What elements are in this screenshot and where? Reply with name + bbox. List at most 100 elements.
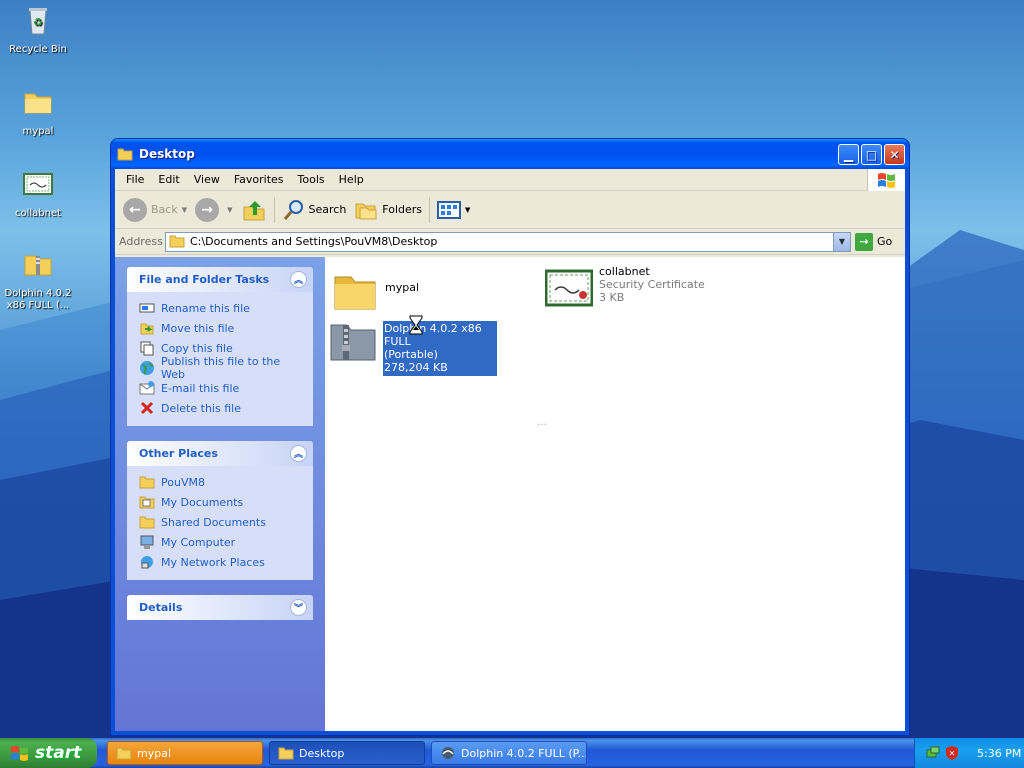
expand-icon[interactable]: ︾ bbox=[290, 599, 307, 616]
menu-tools[interactable]: Tools bbox=[291, 173, 332, 186]
close-button[interactable]: ✕ bbox=[884, 144, 905, 165]
task-label: Delete this file bbox=[161, 401, 241, 415]
back-button[interactable]: ← Back ▼ bbox=[119, 195, 191, 225]
window-client: File Edit View Favorites Tools Help ← Ba… bbox=[115, 169, 905, 731]
svg-text:✕: ✕ bbox=[949, 749, 956, 758]
taskbar-button-dolphin[interactable]: Dolphin 4.0.2 FULL (P... bbox=[431, 741, 587, 765]
task-label: Dolphin 4.0.2 FULL (P... bbox=[461, 746, 587, 760]
security-shield-icon[interactable]: ✕ bbox=[944, 745, 960, 761]
file-name: mypal bbox=[385, 281, 420, 294]
desktop-icon-recycle-bin[interactable]: ♻ Recycle Bin bbox=[0, 4, 76, 56]
menu-file[interactable]: File bbox=[119, 173, 151, 186]
search-label: Search bbox=[308, 203, 347, 216]
menu-edit[interactable]: Edit bbox=[151, 173, 186, 186]
collapse-icon[interactable]: ︽ bbox=[290, 445, 307, 462]
task-label: Rename this file bbox=[161, 301, 250, 315]
minimize-button[interactable]: ▁ bbox=[838, 144, 859, 165]
zip-folder-icon bbox=[330, 324, 376, 361]
desktop-icon-label: Recycle Bin bbox=[9, 44, 67, 55]
place-pouvm8[interactable]: PouVM8 bbox=[139, 472, 303, 492]
svg-text:♻: ♻ bbox=[33, 16, 43, 29]
details-header[interactable]: Details ︾ bbox=[127, 595, 313, 620]
hourglass-cursor-icon bbox=[409, 315, 423, 335]
taskbar: start mypal Desktop Dolphin 4.0.2 FULL (… bbox=[0, 738, 1024, 768]
certificate-icon bbox=[545, 269, 593, 307]
place-shared-documents[interactable]: Shared Documents bbox=[139, 512, 303, 532]
certificate-icon bbox=[23, 173, 53, 195]
toolbar: ← Back ▼ → ▼ Search Folders ▼ bbox=[115, 191, 905, 229]
collapse-icon[interactable]: ︽ bbox=[290, 271, 307, 288]
desktop-icon-label: collabnet bbox=[14, 208, 62, 219]
place-my-computer[interactable]: My Computer bbox=[139, 532, 303, 552]
taskbar-button-mypal[interactable]: mypal bbox=[107, 741, 263, 765]
folders-icon bbox=[355, 203, 377, 219]
folders-label: Folders bbox=[382, 203, 423, 216]
address-value: C:\Documents and Settings\PouVM8\Desktop bbox=[190, 235, 438, 248]
file-folder-tasks-header[interactable]: File and Folder Tasks ︽ bbox=[127, 267, 313, 292]
file-folder-tasks-panel: File and Folder Tasks ︽ Rename this file… bbox=[127, 267, 313, 426]
search-button[interactable]: Search bbox=[278, 195, 351, 225]
rename-icon bbox=[139, 303, 155, 313]
toolbar-separator bbox=[273, 196, 275, 223]
computer-icon bbox=[140, 535, 154, 549]
folders-button[interactable]: Folders bbox=[350, 195, 426, 225]
address-dropdown-button[interactable]: ▼ bbox=[833, 232, 850, 251]
file-list[interactable]: mypal collabnet Security Certificate 3 K… bbox=[325, 257, 905, 731]
panel-title: File and Folder Tasks bbox=[139, 273, 270, 286]
place-my-documents[interactable]: My Documents bbox=[139, 492, 303, 512]
start-button[interactable]: start bbox=[0, 738, 97, 768]
go-arrow-icon: → bbox=[855, 232, 873, 251]
chevron-down-icon: ▼ bbox=[838, 237, 846, 246]
file-item-mypal[interactable]: mypal bbox=[331, 267, 419, 315]
place-my-network-places[interactable]: My Network Places bbox=[139, 552, 303, 572]
address-label: Address bbox=[119, 235, 163, 248]
copy-icon bbox=[140, 341, 154, 356]
network-tray-icon[interactable] bbox=[925, 745, 941, 761]
task-delete[interactable]: Delete this file bbox=[139, 398, 303, 418]
folder-icon bbox=[169, 235, 185, 248]
chevron-down-icon: ▼ bbox=[227, 205, 233, 214]
task-label: mypal bbox=[137, 746, 172, 760]
windows-flag-icon bbox=[11, 746, 28, 761]
desktop-icon-dolphin[interactable]: Dolphin 4.0.2 x86 FULL (... bbox=[0, 248, 76, 312]
up-folder-button[interactable] bbox=[237, 195, 271, 225]
task-label: E-mail this file bbox=[161, 381, 240, 395]
views-button[interactable]: ▼ bbox=[433, 195, 474, 225]
details-panel: Details ︾ bbox=[127, 595, 313, 620]
file-selection: Dolphin 4.0.2 x86 FULL (Portable) 278,20… bbox=[383, 321, 497, 376]
task-email[interactable]: E-mail this file bbox=[139, 378, 303, 398]
panel-title: Details bbox=[139, 601, 183, 614]
back-arrow-icon: ← bbox=[123, 197, 147, 222]
file-item-collabnet[interactable]: collabnet Security Certificate 3 KB bbox=[545, 265, 705, 313]
menu-view[interactable]: View bbox=[187, 173, 227, 186]
other-places-header[interactable]: Other Places ︽ bbox=[127, 441, 313, 466]
folder-icon bbox=[139, 476, 155, 489]
clock[interactable]: 5:36 PM bbox=[977, 747, 1021, 760]
zip-folder-icon bbox=[24, 255, 52, 276]
desktop-icon-collabnet[interactable]: collabnet bbox=[0, 168, 76, 220]
folder-icon bbox=[117, 148, 133, 161]
dolphin-app-icon bbox=[442, 747, 454, 759]
task-publish[interactable]: Publish this file to the Web bbox=[139, 355, 303, 381]
menu-help[interactable]: Help bbox=[332, 173, 371, 186]
task-move[interactable]: Move this file bbox=[139, 318, 303, 338]
task-label: Publish this file to the Web bbox=[161, 355, 281, 381]
title-bar[interactable]: Desktop ▁ □ ✕ bbox=[111, 139, 909, 169]
file-name: collabnet bbox=[599, 265, 650, 278]
desktop-icon-mypal[interactable]: mypal bbox=[0, 86, 76, 138]
file-type: Security Certificate bbox=[599, 278, 705, 291]
taskbar-button-desktop[interactable]: Desktop bbox=[269, 741, 425, 765]
menu-favorites[interactable]: Favorites bbox=[227, 173, 291, 186]
forward-button[interactable]: → ▼ bbox=[191, 195, 236, 225]
maximize-button[interactable]: □ bbox=[861, 144, 882, 165]
address-input[interactable]: C:\Documents and Settings\PouVM8\Desktop… bbox=[165, 231, 851, 252]
chevron-down-icon: ▼ bbox=[465, 205, 471, 214]
menu-bar: File Edit View Favorites Tools Help bbox=[115, 169, 905, 191]
globe-icon bbox=[140, 361, 154, 375]
window-title: Desktop bbox=[139, 147, 195, 161]
forward-arrow-icon: → bbox=[195, 197, 220, 222]
go-button[interactable]: → Go bbox=[855, 232, 901, 251]
task-rename[interactable]: Rename this file bbox=[139, 298, 303, 318]
desktop-icon-label: Dolphin 4.0.2 x86 FULL (... bbox=[4, 288, 72, 311]
recycle-bin-icon: ♻ bbox=[29, 8, 47, 35]
